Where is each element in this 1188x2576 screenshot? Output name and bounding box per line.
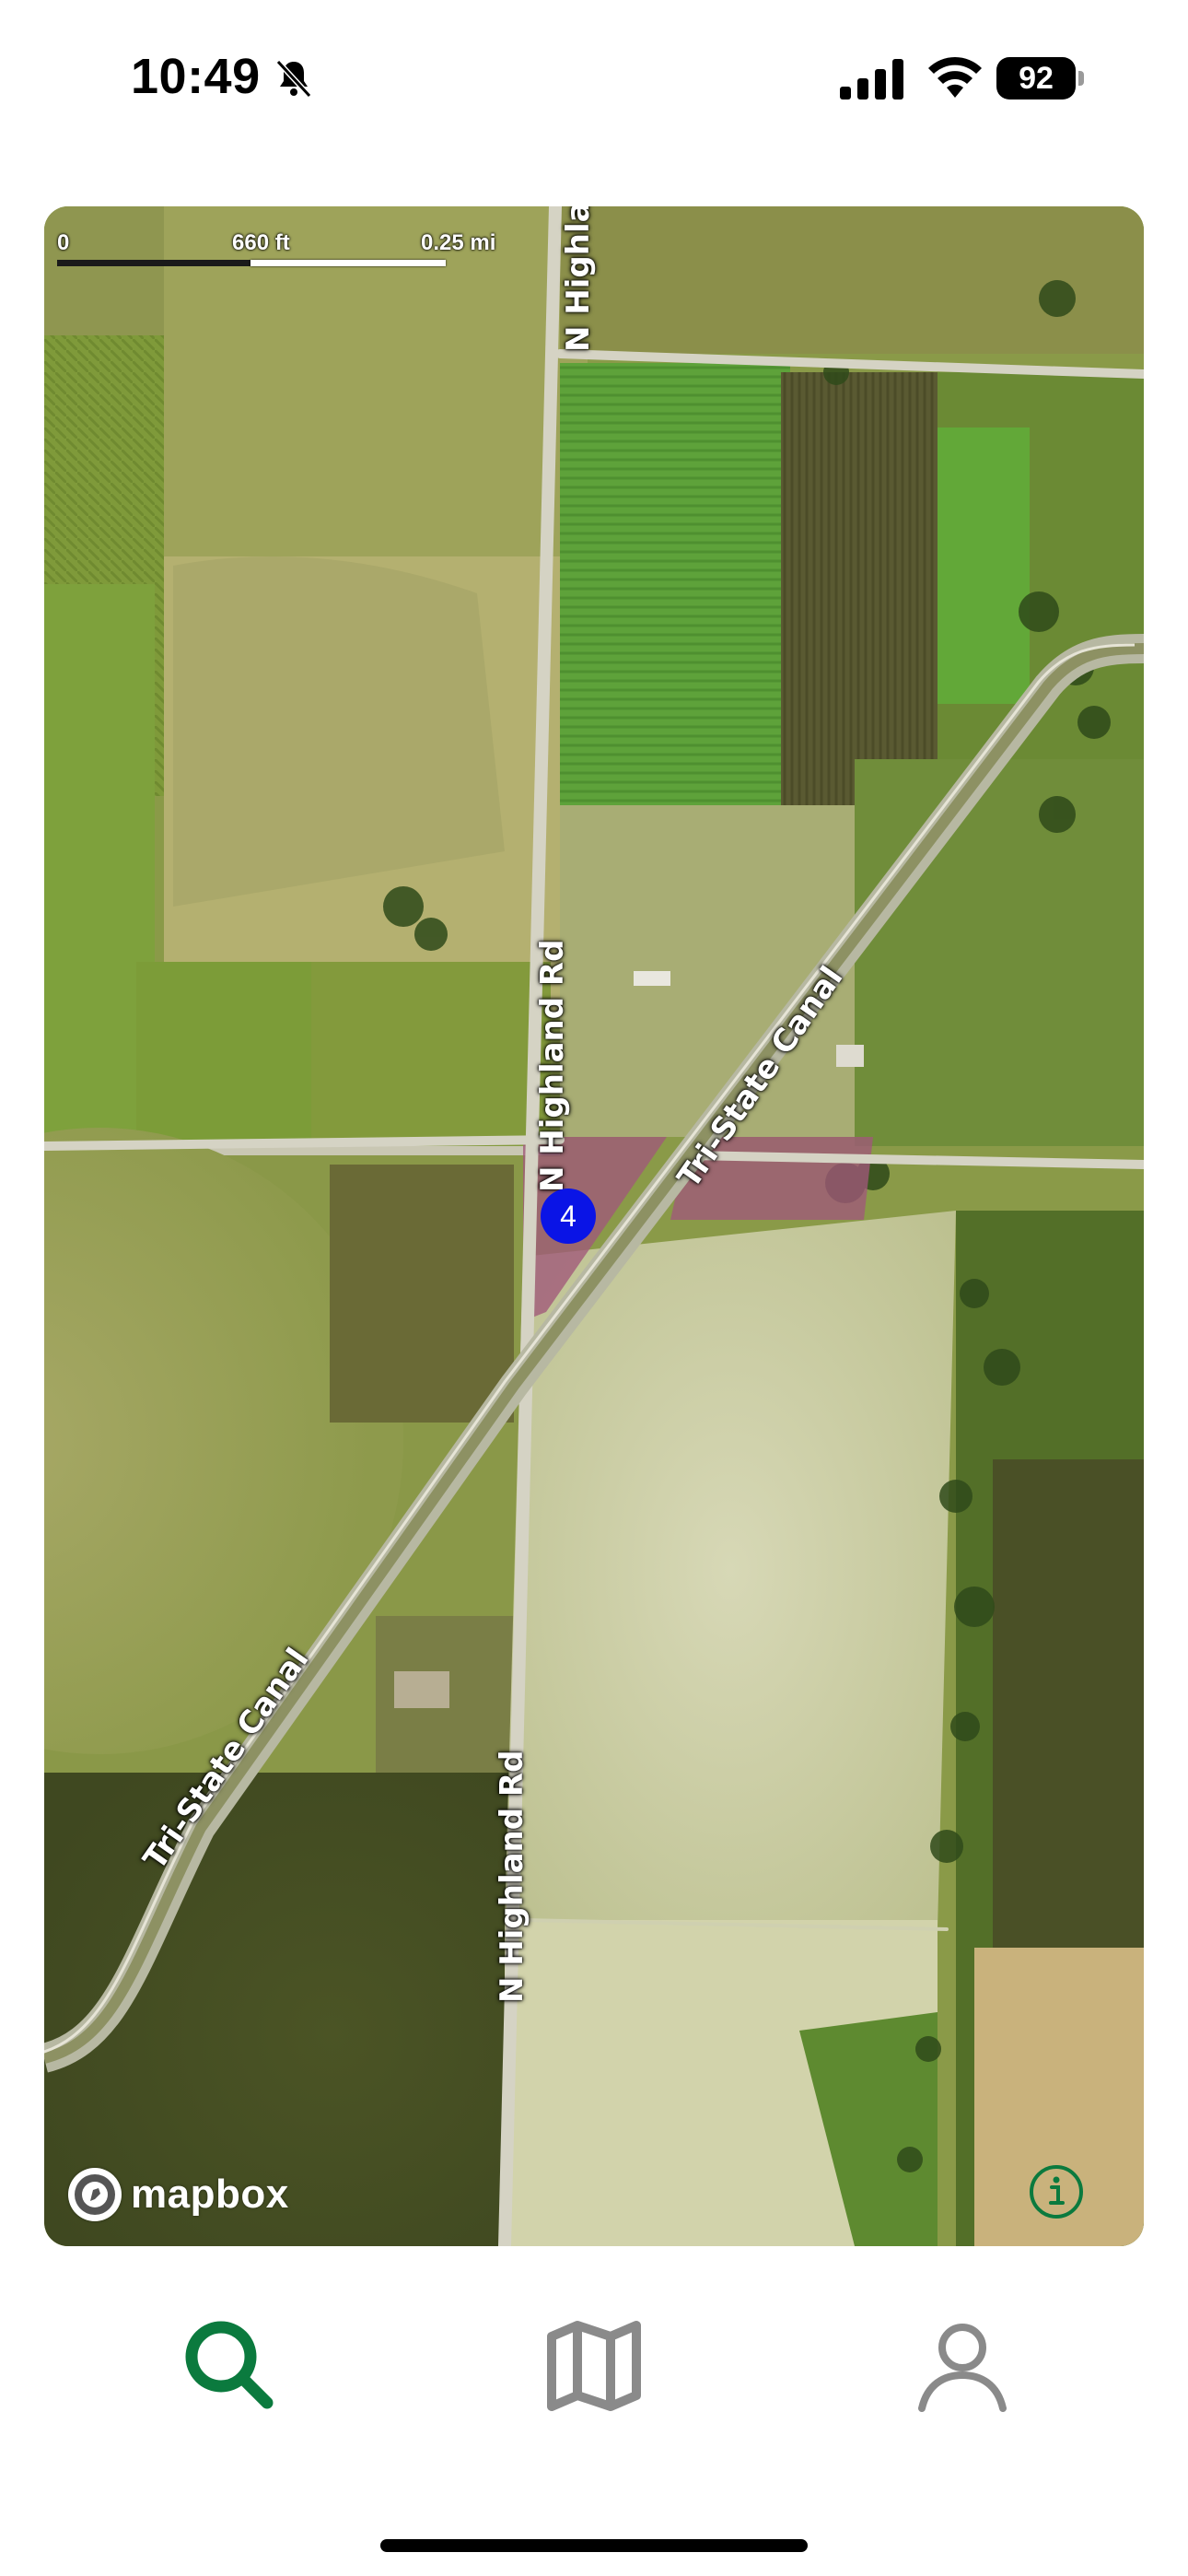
- road-label-n-highland-mid: N Highland Rd: [534, 939, 571, 1192]
- home-indicator[interactable]: [380, 2539, 808, 2552]
- scale-label-end: 0.25 mi: [421, 230, 496, 255]
- tab-bar: [0, 2246, 1188, 2576]
- bell-slash-icon: [275, 59, 312, 99]
- wifi-icon: [928, 56, 982, 98]
- clock: 10:49: [131, 49, 261, 104]
- cellular-signal-icon: [840, 59, 903, 100]
- satellite-imagery: [44, 206, 1144, 2246]
- road-label-n-highland-top: N Highla: [560, 206, 597, 352]
- user-icon[interactable]: [907, 2311, 1018, 2421]
- battery-tip: [1078, 71, 1084, 86]
- road-label-n-highland-bottom: N Highland Rd: [494, 1750, 530, 2003]
- map-view[interactable]: 0 660 ft 0.25 mi N Highla N Highland Rd …: [44, 206, 1144, 2246]
- scale-segment-light: [250, 260, 446, 266]
- status-bar: 10:49 92: [0, 0, 1188, 157]
- map-icon[interactable]: [539, 2311, 649, 2421]
- scale-label-mid: 660 ft: [232, 230, 290, 255]
- scale-label-start: 0: [57, 230, 70, 255]
- mapbox-logo-icon: [68, 2168, 122, 2221]
- info-icon[interactable]: [1028, 2163, 1085, 2220]
- search-icon[interactable]: [175, 2311, 285, 2421]
- battery-level: 92: [996, 57, 1076, 100]
- scale-segment-dark: [57, 260, 250, 266]
- scale-bar: 0 660 ft 0.25 mi: [57, 230, 499, 267]
- property-marker[interactable]: 4: [541, 1188, 596, 1244]
- battery-indicator: 92: [996, 57, 1085, 100]
- mapbox-logo[interactable]: mapbox: [68, 2167, 289, 2222]
- mapbox-wordmark: mapbox: [131, 2172, 289, 2217]
